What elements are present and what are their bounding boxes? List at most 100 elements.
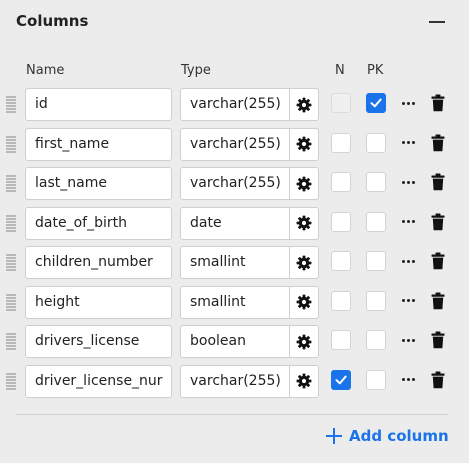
delete-column-button[interactable] (431, 213, 445, 231)
delete-column-button[interactable] (431, 371, 445, 389)
nullable-column-header: N (335, 63, 345, 78)
drag-handle-icon[interactable] (6, 214, 16, 232)
column-name-input[interactable]: date_of_birth (25, 206, 172, 240)
nullable-checkbox[interactable] (331, 132, 351, 153)
more-options-button[interactable] (400, 172, 416, 192)
type-column-header: Type (181, 63, 211, 78)
nullable-checkbox[interactable] (331, 251, 351, 271)
more-horizontal-icon (401, 101, 415, 105)
more-options-button[interactable] (400, 330, 416, 350)
column-row: drivers_license boolean (0, 325, 469, 365)
delete-column-button[interactable] (431, 134, 445, 152)
plus-icon (326, 428, 342, 444)
column-type-input[interactable]: date (180, 206, 290, 240)
columns-panel: Columns Name Type N PK id varchar(255) fir… (0, 0, 469, 463)
gear-icon (296, 373, 312, 389)
type-settings-button[interactable] (289, 246, 319, 279)
more-horizontal-icon (401, 378, 415, 381)
column-name-input[interactable]: id (25, 88, 172, 121)
column-type-input[interactable]: smallint (180, 246, 290, 279)
column-type-input[interactable]: varchar(255) (180, 364, 290, 398)
check-icon (334, 373, 348, 387)
delete-column-button[interactable] (431, 94, 445, 112)
primary-key-checkbox[interactable] (366, 211, 386, 232)
column-type-input[interactable]: varchar(255) (180, 167, 290, 200)
more-horizontal-icon (401, 220, 415, 223)
primary-key-checkbox[interactable] (366, 132, 386, 153)
column-type-input[interactable]: varchar(255) (180, 127, 290, 161)
column-row: id varchar(255) (0, 88, 469, 128)
nullable-checkbox[interactable] (331, 369, 351, 390)
delete-column-button[interactable] (431, 252, 445, 270)
add-column-label: Add column (349, 427, 449, 445)
column-name-input[interactable]: drivers_license (25, 325, 172, 358)
column-name-input[interactable]: last_name (25, 167, 172, 200)
column-name-input[interactable]: height (25, 285, 172, 319)
type-settings-button[interactable] (289, 127, 319, 161)
collapse-button[interactable] (428, 12, 446, 30)
more-options-button[interactable] (400, 212, 416, 232)
column-name-input[interactable]: first_name (25, 127, 172, 161)
primary-key-checkbox[interactable] (366, 330, 386, 350)
gear-icon (296, 97, 312, 113)
column-row: children_number smallint (0, 246, 469, 286)
type-settings-button[interactable] (289, 88, 319, 121)
trash-icon (431, 371, 445, 389)
nullable-checkbox (331, 93, 351, 113)
more-horizontal-icon (401, 180, 415, 184)
trash-icon (431, 213, 445, 231)
column-row: first_name varchar(255) (0, 127, 469, 168)
drag-handle-icon[interactable] (6, 135, 16, 153)
type-settings-button[interactable] (289, 325, 319, 358)
more-horizontal-icon (401, 259, 415, 263)
more-horizontal-icon (401, 299, 415, 302)
type-settings-button[interactable] (289, 206, 319, 240)
column-type-input[interactable]: smallint (180, 285, 290, 319)
divider (16, 414, 448, 415)
nullable-checkbox[interactable] (331, 290, 351, 311)
type-settings-button[interactable] (289, 285, 319, 319)
drag-handle-icon[interactable] (6, 372, 16, 390)
column-name-input[interactable]: children_number (25, 246, 172, 279)
add-column-button[interactable]: Add column (325, 426, 449, 446)
column-type-input[interactable]: varchar(255) (180, 88, 290, 121)
more-options-button[interactable] (400, 370, 416, 390)
trash-icon (431, 134, 445, 152)
column-row: driver_license_nur varchar(255) (0, 364, 469, 405)
more-options-button[interactable] (400, 251, 416, 271)
primary-key-checkbox[interactable] (366, 369, 386, 390)
check-icon (369, 96, 383, 110)
drag-handle-icon[interactable] (6, 254, 16, 271)
more-horizontal-icon (401, 141, 415, 144)
column-row: height smallint (0, 285, 469, 326)
name-column-header: Name (26, 63, 65, 78)
gear-icon (296, 136, 312, 152)
more-options-button[interactable] (400, 93, 416, 113)
drag-handle-icon[interactable] (6, 175, 16, 192)
gear-icon (296, 294, 312, 310)
type-settings-button[interactable] (289, 364, 319, 398)
primary-key-checkbox[interactable] (366, 93, 386, 113)
delete-column-button[interactable] (431, 173, 445, 191)
nullable-checkbox[interactable] (331, 211, 351, 232)
column-row: date_of_birth date (0, 206, 469, 247)
column-name-input[interactable]: driver_license_nur (25, 364, 172, 398)
drag-handle-icon[interactable] (6, 333, 16, 350)
drag-handle-icon[interactable] (6, 293, 16, 311)
column-row: last_name varchar(255) (0, 167, 469, 207)
delete-column-button[interactable] (431, 292, 445, 310)
trash-icon (431, 331, 445, 349)
panel-title: Columns (16, 12, 89, 30)
primary-key-checkbox[interactable] (366, 251, 386, 271)
column-type-input[interactable]: boolean (180, 325, 290, 358)
nullable-checkbox[interactable] (331, 172, 351, 192)
type-settings-button[interactable] (289, 167, 319, 200)
primary-key-checkbox[interactable] (366, 172, 386, 192)
delete-column-button[interactable] (431, 331, 445, 349)
primary-key-checkbox[interactable] (366, 290, 386, 311)
more-options-button[interactable] (400, 133, 416, 153)
gear-icon (296, 334, 312, 350)
more-options-button[interactable] (400, 291, 416, 311)
nullable-checkbox[interactable] (331, 330, 351, 350)
drag-handle-icon[interactable] (6, 96, 16, 113)
